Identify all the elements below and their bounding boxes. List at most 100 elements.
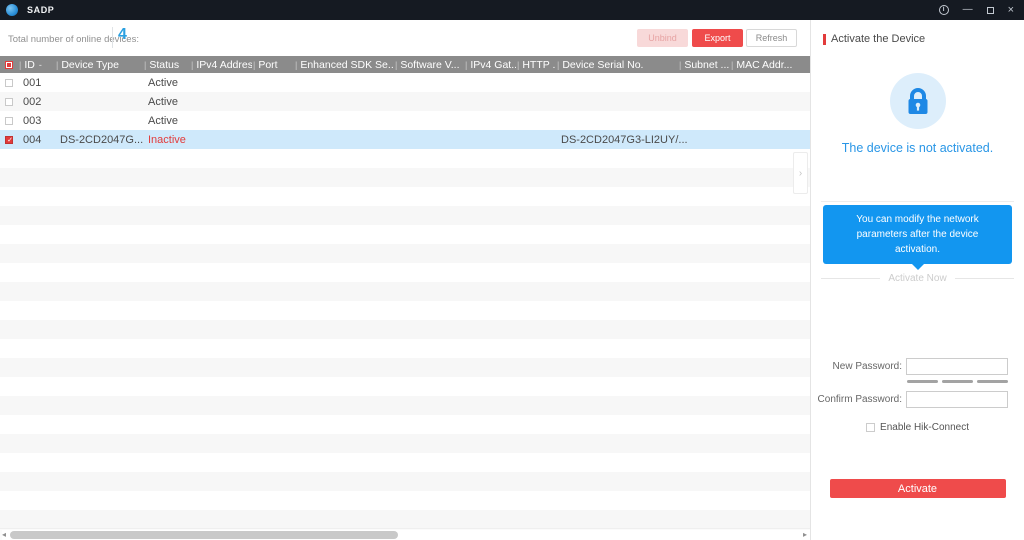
row-checkbox[interactable] <box>5 135 14 145</box>
toolbar-divider <box>112 27 113 48</box>
confirm-password-field[interactable] <box>906 391 1008 408</box>
table-row[interactable]: 001 Active <box>0 73 810 92</box>
device-list-area: Total number of online devices: 4 Unbind… <box>0 20 812 540</box>
scroll-right-icon[interactable]: ▸ <box>803 530 807 539</box>
export-button[interactable]: Export <box>692 29 743 47</box>
strength-segment <box>942 380 973 383</box>
scrollbar-thumb[interactable] <box>10 531 398 539</box>
activate-device-panel: Activate the Device The device is not ac… <box>810 20 1024 540</box>
column-header-status[interactable]: Status <box>143 59 190 71</box>
cell-status: Active <box>148 95 178 108</box>
cell-status: Active <box>148 76 178 89</box>
table-row-empty[interactable] <box>0 168 810 187</box>
table-row[interactable]: 002 Active <box>0 92 810 111</box>
sort-indicator-icon: - <box>38 59 42 70</box>
hik-connect-row: Enable Hik-Connect <box>811 422 1024 433</box>
cell-id: 004 <box>23 133 42 146</box>
unbind-button[interactable]: Unbind <box>637 29 688 47</box>
minimize-icon[interactable]: — <box>963 5 973 15</box>
row-checkbox-cell <box>0 78 18 87</box>
sadp-window: SADP i — × Total number of online device… <box>0 0 1024 540</box>
maximize-icon[interactable] <box>986 3 998 14</box>
column-header-mac-address[interactable]: MAC Addr... <box>730 59 794 71</box>
table-row-empty[interactable] <box>0 263 810 282</box>
strength-segment <box>907 380 938 383</box>
table-row-empty[interactable] <box>0 282 810 301</box>
table-row-empty[interactable] <box>0 453 810 472</box>
table-row-empty[interactable] <box>0 472 810 491</box>
activate-now-link[interactable]: Activate Now <box>888 273 946 284</box>
cell-status: Inactive <box>148 133 186 146</box>
table-row-empty[interactable] <box>0 244 810 263</box>
column-header-subnet[interactable]: Subnet ... <box>678 59 730 71</box>
table-row[interactable]: 003 Active <box>0 111 810 130</box>
table-row-empty[interactable] <box>0 339 810 358</box>
column-header-enhanced-sdk[interactable]: Enhanced SDK Se... <box>294 59 394 71</box>
activation-tooltip: You can modify the network parameters af… <box>823 205 1012 270</box>
row-checkbox[interactable] <box>5 116 13 125</box>
row-checkbox-cell <box>0 135 18 145</box>
close-icon[interactable]: × <box>1008 5 1014 16</box>
column-header-ipv4-gateway[interactable]: IPv4 Gat... <box>464 59 516 71</box>
table-row[interactable]: 004 DS-2CD2047G... Inactive DS-2CD2047G3-LI… <box>0 130 810 149</box>
window-controls: i — × <box>938 3 1014 16</box>
panel-title: Activate the Device <box>831 33 926 45</box>
activate-button[interactable]: Activate <box>829 479 1006 498</box>
column-header-id[interactable]: ID- <box>18 59 55 71</box>
app-title: SADP <box>27 5 55 15</box>
refresh-button[interactable]: Refresh <box>746 29 797 47</box>
strength-segment <box>977 380 1008 383</box>
column-header-port[interactable]: Port <box>252 59 294 71</box>
column-header-http-port[interactable]: HTTP ... <box>516 59 556 71</box>
table-row-empty[interactable] <box>0 358 810 377</box>
table-row-empty[interactable] <box>0 396 810 415</box>
table-row-empty[interactable] <box>0 510 810 528</box>
column-header-device-serial[interactable]: Device Serial No. <box>556 59 678 71</box>
cell-status: Active <box>148 114 178 127</box>
confirm-password-label: Confirm Password: <box>817 394 902 405</box>
table-row-empty[interactable] <box>0 434 810 453</box>
horizontal-scrollbar[interactable]: ◂ ▸ <box>0 528 812 540</box>
cell-id: 002 <box>23 95 42 108</box>
app-logo-globe-icon <box>6 4 18 16</box>
hik-connect-label: Enable Hik-Connect <box>880 422 969 433</box>
table-row-empty[interactable] <box>0 225 810 244</box>
table-row-empty[interactable] <box>0 187 810 206</box>
activate-now-row: Activate Now <box>821 273 1014 284</box>
table-row-empty[interactable] <box>0 491 810 510</box>
table-row-empty[interactable] <box>0 415 810 434</box>
new-password-label: New Password: <box>832 361 902 372</box>
row-checkbox-cell <box>0 116 18 125</box>
table-row-empty[interactable] <box>0 301 810 320</box>
row-checkbox[interactable] <box>5 78 13 87</box>
select-all-checkbox[interactable] <box>5 60 13 69</box>
cell-serial: DS-2CD2047G3-LI2UY/... <box>561 133 688 146</box>
table-row-empty[interactable] <box>0 206 810 225</box>
select-all-cell <box>0 60 18 69</box>
table-body: 001 Active 002 Active 003 Active 004 DS-2CD2047… <box>0 73 810 528</box>
info-icon[interactable]: i <box>938 5 949 15</box>
panel-collapse-handle[interactable]: › <box>793 152 808 194</box>
total-devices-count: 4 <box>118 26 127 43</box>
chevron-right-icon: › <box>798 167 803 179</box>
panel-divider <box>821 201 1014 202</box>
column-header-software-version[interactable]: Software V... <box>394 59 464 71</box>
lock-icon <box>908 87 927 114</box>
column-header-ipv4-address[interactable]: IPv4 Address <box>190 59 252 71</box>
table-row-empty[interactable] <box>0 377 810 396</box>
row-checkbox[interactable] <box>5 97 13 106</box>
row-checkbox-cell <box>0 97 18 106</box>
table-row-empty[interactable] <box>0 149 810 168</box>
table-header: ID- Device Type Status IPv4 Address Port… <box>0 56 810 73</box>
password-strength-meter <box>811 380 1008 383</box>
activation-form: New Password: Confirm Password: Enable H… <box>811 358 1024 498</box>
confirm-password-row: Confirm Password: <box>811 391 1008 408</box>
cell-id: 003 <box>23 114 42 127</box>
new-password-field[interactable] <box>906 358 1008 375</box>
column-header-device-type[interactable]: Device Type <box>55 59 143 71</box>
toolbar: Total number of online devices: 4 Unbind… <box>0 20 810 56</box>
cell-device-type: DS-2CD2047G... <box>60 133 144 146</box>
titlebar: SADP i — × <box>0 0 1024 20</box>
hik-connect-checkbox[interactable] <box>866 423 876 432</box>
table-row-empty[interactable] <box>0 320 810 339</box>
